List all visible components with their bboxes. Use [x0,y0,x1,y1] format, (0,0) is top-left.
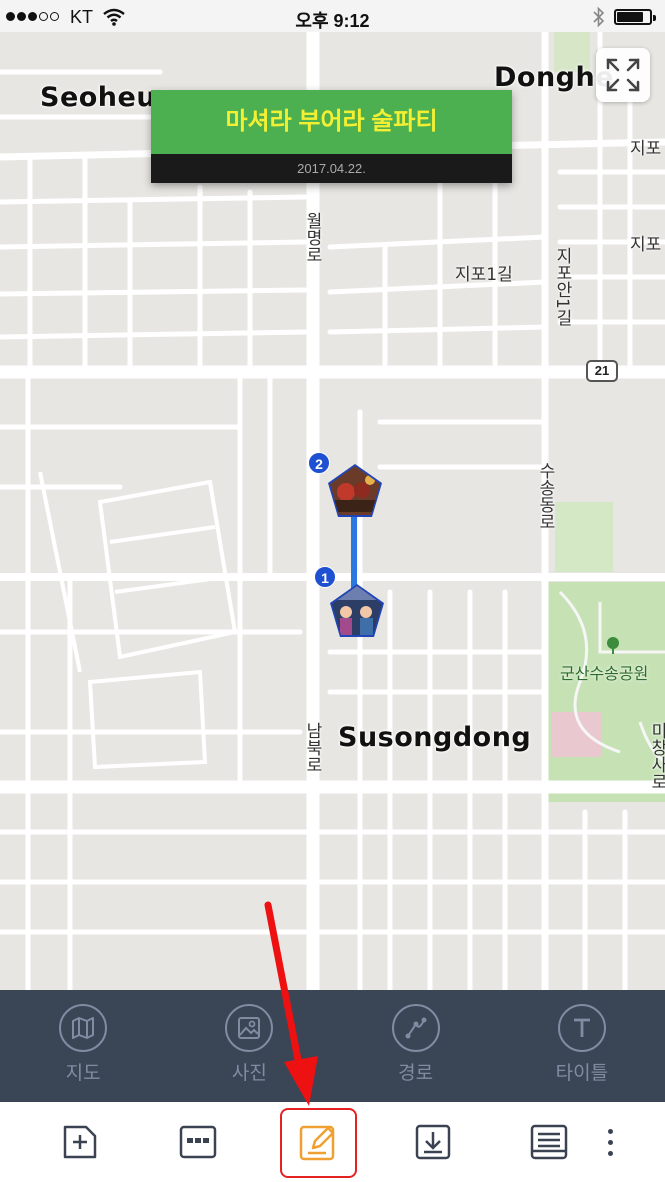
bottom-action-bar [0,1102,665,1182]
photo-marker-1[interactable]: 1 [314,566,386,640]
bluetooth-icon [593,6,605,28]
album-title-card[interactable]: 마셔라 부어라 술파티 2017.04.22. [151,90,512,183]
status-bar: KT 오후 9:12 [0,0,665,32]
route-number-badge: 21 [586,360,618,382]
photo-marker-2[interactable]: 2 [308,452,384,520]
download-button[interactable] [413,1122,453,1162]
edit-icon [299,1125,335,1161]
park-label: 군산수송공원 [560,664,649,683]
more-icon [607,1128,613,1134]
tool-title[interactable]: 타이틀 [499,990,665,1102]
album-title: 마셔라 부어라 술파티 [151,90,512,154]
route-icon [405,1017,427,1039]
add-page-icon [63,1125,97,1159]
marker-number-1: 1 [314,566,336,588]
street-label-jipoan1gil: 지포안1길 [552,247,572,326]
fullscreen-button[interactable] [596,48,650,102]
marker-number-2: 2 [308,452,330,474]
list-icon [530,1124,568,1160]
tool-route-label: 경로 [398,1062,434,1084]
download-icon [415,1124,451,1160]
add-page-button[interactable] [60,1122,100,1162]
battery-icon [614,9,656,25]
tool-map[interactable]: 지도 [0,990,166,1102]
street-label-susongdongro: 수송동로 [535,462,555,530]
tool-route[interactable]: 경로 [333,990,499,1102]
more-button[interactable] [598,1122,622,1162]
map-icon [72,1017,95,1039]
edit-tool-bar: 지도 사진 경로 타이틀 [0,990,665,1102]
album-date: 2017.04.22. [151,154,512,183]
tool-photo-label: 사진 [231,1062,267,1084]
tool-title-label: 타이틀 [555,1062,609,1084]
list-button[interactable] [529,1122,569,1162]
tool-photo[interactable]: 사진 [166,990,332,1102]
title-icon [573,1018,590,1037]
area-label-susongdong: Susongdong [338,722,532,753]
street-label-jipo-right-1: 지포 [630,139,662,159]
photo-thumbnail-icon [330,584,384,637]
street-label-jipo1gil: 지포1길 [455,265,513,285]
tool-map-label: 지도 [65,1062,101,1084]
map-view[interactable]: Seoheun Donghe Susongdong 월명로 남북로 지포1길 지… [0,32,665,990]
photo-icon [238,1017,261,1039]
tree-icon [607,637,619,654]
layout-icon [179,1125,217,1159]
street-label-wolmyeongro: 월명로 [302,212,322,263]
street-label-nambukro: 남북로 [302,722,322,773]
photo-thumbnail-icon [328,464,382,517]
status-time: 오후 9:12 [295,11,370,31]
fullscreen-icon [606,58,640,92]
street-label-jipo-right-2: 지포 [630,235,662,255]
layout-button[interactable] [178,1122,218,1162]
street-label-michangsaro: 미창사로 [647,722,665,790]
edit-button[interactable] [298,1122,338,1162]
